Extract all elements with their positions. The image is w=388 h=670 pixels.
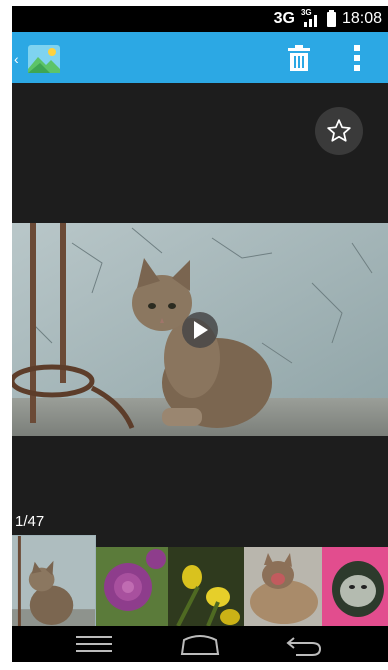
back-arrow-icon[interactable] bbox=[284, 630, 324, 658]
status-bar: 3G 3G 18:08 bbox=[12, 6, 388, 32]
trash-icon[interactable] bbox=[287, 45, 311, 71]
chevron-left-icon: ‹ bbox=[14, 51, 19, 67]
play-button[interactable] bbox=[182, 312, 218, 348]
favorite-button[interactable] bbox=[315, 107, 363, 155]
thumbnail-yellow-flowers[interactable] bbox=[168, 547, 244, 626]
overflow-menu-icon[interactable] bbox=[349, 45, 365, 71]
photo-counter: 1/47 bbox=[15, 513, 45, 530]
up-button[interactable]: ‹ bbox=[14, 45, 60, 73]
navigation-bar bbox=[12, 626, 388, 662]
network-type-label: 3G bbox=[273, 10, 295, 27]
thumbnail-yawning-cat[interactable] bbox=[244, 547, 322, 626]
battery-icon bbox=[326, 9, 336, 27]
action-bar: ‹ bbox=[12, 32, 388, 83]
clock: 18:08 bbox=[341, 10, 382, 27]
signal-icon: 3G bbox=[301, 8, 321, 27]
phone-screen: 3G 3G 18:08 ‹ 1/47 bbox=[12, 6, 388, 662]
star-outline-icon bbox=[327, 119, 351, 142]
thumbnail-purple-peony[interactable] bbox=[96, 547, 168, 626]
menu-icon[interactable] bbox=[74, 630, 114, 658]
gallery-icon bbox=[28, 45, 60, 73]
filmstrip bbox=[12, 535, 388, 626]
play-icon bbox=[194, 321, 208, 339]
thumbnail-tabby-kitten[interactable] bbox=[12, 535, 96, 626]
thumbnail-cat-in-pink-bag[interactable] bbox=[322, 547, 388, 626]
home-icon[interactable] bbox=[178, 630, 222, 658]
